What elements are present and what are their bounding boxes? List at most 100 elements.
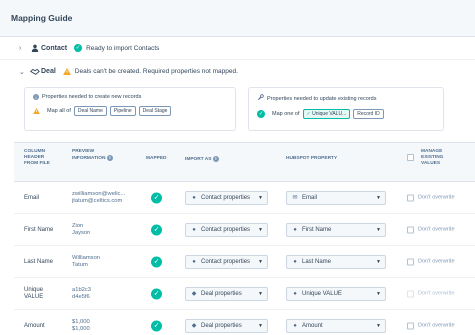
required-properties-panels: i Properties needed to create new record… <box>0 83 475 131</box>
check-circle-icon: ✓ <box>151 320 162 331</box>
mapping-guide-page: Mapping Guide › Contact ✓ Ready to impor… <box>0 0 475 335</box>
check-circle-icon: ✓ <box>151 288 162 299</box>
deal-icon: ◆ <box>191 291 197 297</box>
mapping-table: COLUMN HEADER FROM FILE PREVIEW INFORMATION… <box>14 142 475 335</box>
caret-down-icon: ▼ <box>258 290 263 297</box>
column-header-cell: Amount <box>24 322 45 329</box>
required-tag-deal-stage: Deal Stage <box>138 106 172 116</box>
create-panel-title: Properties needed to create new records <box>42 94 142 100</box>
column-header-cell: Unique VALUE <box>24 286 44 300</box>
hubspot-property-select[interactable]: ✉ Email ▼ <box>286 190 386 205</box>
text-icon: ● <box>293 290 297 297</box>
hubspot-property-select[interactable]: ● Unique VALUE ▼ <box>286 286 386 301</box>
col-header-mapped: MAPPED <box>146 156 167 161</box>
contact-object-row[interactable]: › Contact ✓ Ready to import Contacts <box>0 37 475 60</box>
info-icon: i <box>33 94 39 100</box>
caret-down-icon: ▼ <box>258 194 263 201</box>
overwrite-option[interactable]: Don't overwrite <box>407 290 455 297</box>
overwrite-option[interactable]: Don't overwrite <box>407 322 455 329</box>
overwrite-checkbox[interactable] <box>407 194 414 201</box>
deal-icon <box>29 68 41 75</box>
mapping-guide-header: Mapping Guide <box>0 0 475 37</box>
caret-down-icon: ▼ <box>376 258 381 265</box>
update-records-panel: Properties needed to update existing rec… <box>248 87 444 131</box>
contact-object-name: Contact <box>41 44 68 52</box>
required-tag-deal-name: Deal Name <box>73 106 107 116</box>
mapped-check: ✓ <box>151 288 162 299</box>
import-as-select[interactable]: ◆ Deal properties ▼ <box>185 318 268 333</box>
mapped-check: ✓ <box>151 320 162 331</box>
preview-cell: Zion Jayson <box>72 222 91 236</box>
contact-icon: ● <box>192 258 196 265</box>
overwrite-checkbox[interactable] <box>407 290 414 297</box>
contact-icon: ● <box>192 226 196 233</box>
required-tag-unique-value: ✓ Unique VALU... <box>302 109 351 119</box>
check-circle-icon: ✓ <box>74 44 83 52</box>
email-icon: ✉ <box>292 195 298 201</box>
table-row: Email zwilliamson@welic... jtatum@celtics… <box>14 182 475 214</box>
create-records-panel: i Properties needed to create new record… <box>24 87 236 131</box>
mapped-check: ✓ <box>151 192 162 203</box>
hubspot-property-select[interactable]: ● Amount ▼ <box>286 318 386 333</box>
check-circle-icon: ✓ <box>151 192 162 203</box>
chevron-right-icon[interactable]: › <box>19 45 29 52</box>
select-all-checkbox[interactable] <box>407 154 414 164</box>
overwrite-option[interactable]: Don't overwrite <box>407 194 455 201</box>
deal-status-text: Deals can't be created. Required propert… <box>74 68 238 75</box>
overwrite-option[interactable]: Don't overwrite <box>407 258 455 265</box>
table-row: Amount $1,000 $1,000 ✓ ◆ Deal properties … <box>14 310 475 335</box>
overwrite-checkbox[interactable] <box>407 226 414 233</box>
warning-icon <box>62 68 71 75</box>
check-circle-icon: ✓ <box>151 224 162 235</box>
deal-icon: ◆ <box>191 323 197 329</box>
deal-object-row[interactable]: ⌄ Deal Deals can't be created. Required … <box>0 60 475 83</box>
col-header-manage: MANAGE EXISTING VALUES <box>421 149 444 166</box>
preview-cell: $1,000 $1,000 <box>72 318 90 332</box>
overwrite-checkbox[interactable] <box>407 258 414 265</box>
col-header-preview: PREVIEW INFORMATION i <box>72 149 113 162</box>
create-map-label: Map all of <box>47 108 71 114</box>
required-tag-record-id: Record ID <box>353 109 384 119</box>
column-header-cell: Email <box>24 194 40 201</box>
text-icon: ● <box>293 322 297 329</box>
column-header-cell: First Name <box>24 226 54 233</box>
hubspot-property-select[interactable]: ● First Name ▼ <box>286 222 386 237</box>
import-as-select[interactable]: ● Contact properties ▼ <box>185 190 268 205</box>
table-row: First Name Zion Jayson ✓ ● Contact proper… <box>14 214 475 246</box>
caret-down-icon: ▼ <box>376 194 381 201</box>
info-icon: i <box>106 155 113 161</box>
wrench-icon <box>257 94 264 103</box>
import-as-select[interactable]: ● Contact properties ▼ <box>185 254 268 269</box>
caret-down-icon: ▼ <box>376 226 381 233</box>
preview-cell: Williamson Tatum <box>72 254 101 268</box>
preview-cell: a1b2c3 d4e5f6 <box>72 286 92 300</box>
caret-down-icon: ▼ <box>376 322 381 329</box>
page-title: Mapping Guide <box>11 13 73 23</box>
mapped-check: ✓ <box>151 256 162 267</box>
warning-icon <box>33 108 40 114</box>
col-header-column: COLUMN HEADER FROM FILE <box>24 149 50 166</box>
update-map-label: Map one of <box>272 111 300 117</box>
table-header: COLUMN HEADER FROM FILE PREVIEW INFORMATION… <box>14 142 475 182</box>
mapped-check: ✓ <box>151 224 162 235</box>
text-icon: ● <box>293 258 297 265</box>
caret-down-icon: ▼ <box>258 258 263 265</box>
preview-cell: zwilliamson@welic... jtatum@celtics.com <box>72 190 126 204</box>
contact-status-text: Ready to import Contacts <box>86 44 160 52</box>
import-as-select[interactable]: ● Contact properties ▼ <box>185 222 268 237</box>
update-panel-title: Properties needed to update existing rec… <box>267 95 377 102</box>
info-icon: i <box>212 156 219 162</box>
contact-icon: ● <box>192 194 196 201</box>
check-circle-icon: ✓ <box>151 256 162 267</box>
table-row: Unique VALUE a1b2c3 d4e5f6 ✓ ◆ Deal prope… <box>14 278 475 310</box>
col-header-import-as: IMPORT AS i <box>185 156 219 163</box>
check-circle-icon: ✓ <box>257 110 265 118</box>
overwrite-option[interactable]: Don't overwrite <box>407 226 455 233</box>
chevron-down-icon[interactable]: ⌄ <box>19 68 29 76</box>
table-row: Last Name Williamson Tatum ✓ ● Contact pr… <box>14 246 475 278</box>
hubspot-property-select[interactable]: ● Last Name ▼ <box>286 254 386 269</box>
text-icon: ● <box>293 226 297 233</box>
import-as-select[interactable]: ◆ Deal properties ▼ <box>185 286 268 301</box>
overwrite-checkbox[interactable] <box>407 322 414 329</box>
caret-down-icon: ▼ <box>258 226 263 233</box>
